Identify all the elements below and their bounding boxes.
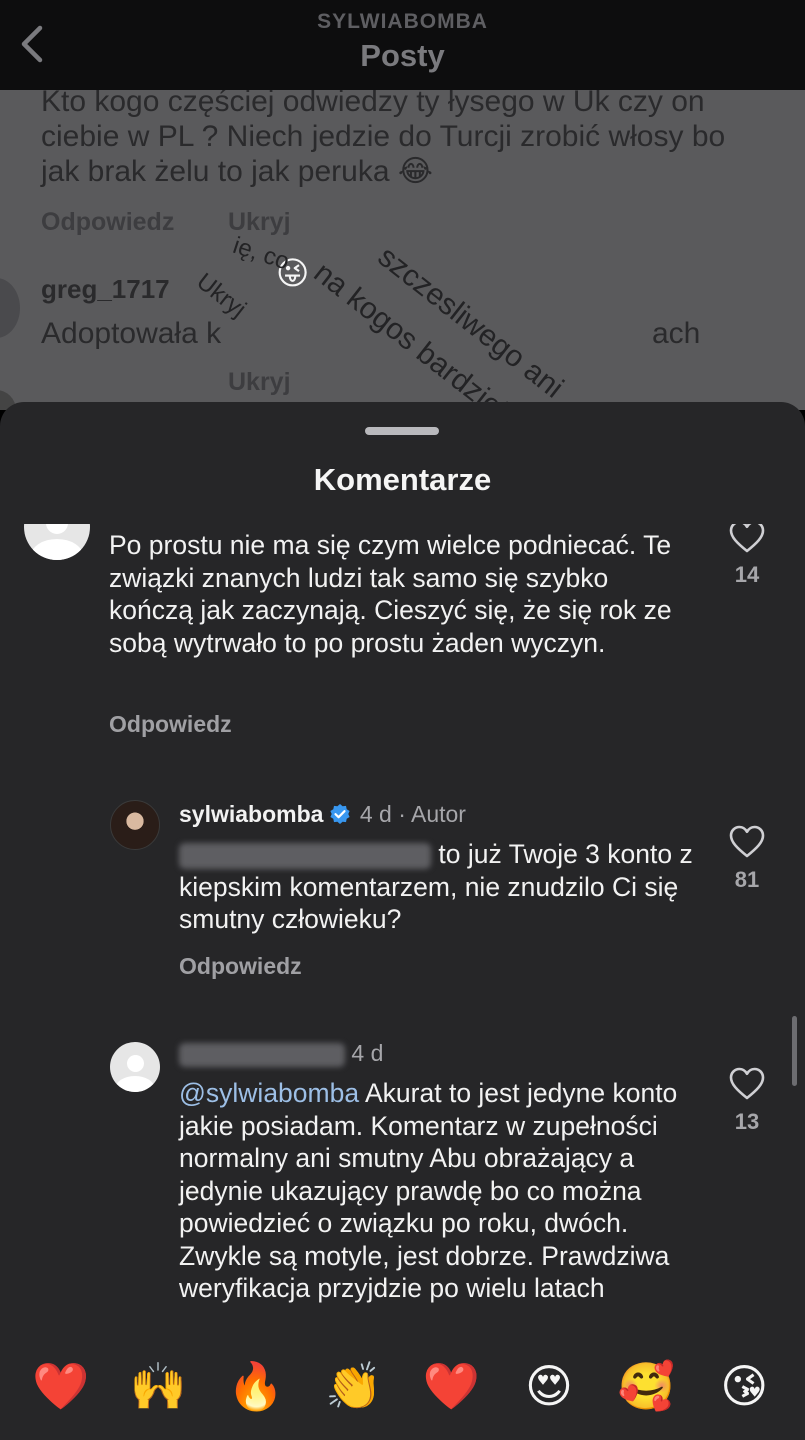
emoji-heart-button[interactable]: ❤️ (26, 1356, 96, 1416)
emoji-fire-button[interactable]: 🔥 (221, 1356, 291, 1416)
avatar[interactable] (110, 1042, 160, 1092)
blurred-username (179, 1042, 345, 1067)
like-button[interactable]: 13 (725, 1067, 769, 1135)
emoji-raised-hands-button[interactable]: 🙌 (123, 1356, 193, 1416)
like-button[interactable]: 81 (725, 825, 769, 893)
scrollbar[interactable] (792, 1016, 797, 1086)
heart-icon (729, 1067, 765, 1100)
comment-text: @sylwiabomba Akurat to jest jedyne konto… (179, 1077, 699, 1305)
background-hide-button: Ukryj (228, 368, 291, 396)
emoji-clapping-button[interactable]: 👏 (319, 1356, 389, 1416)
avatar[interactable] (110, 800, 160, 850)
comment-text: to już Twoje 3 konto z kiepskim komentar… (179, 838, 699, 936)
background-avatar (0, 278, 20, 338)
header-username: SYLWIABOMBA (317, 10, 488, 33)
overlay-text: ię, co (229, 232, 293, 276)
comment-time: 4 d (359, 801, 392, 827)
sheet-drag-handle[interactable] (365, 427, 439, 435)
verified-badge-icon (330, 804, 351, 824)
emoji-reaction-bar: ❤️ 🙌 🔥 👏 ❤️ 😍 🥰 😘 (0, 1348, 805, 1440)
like-count: 13 (734, 1109, 760, 1134)
comment-meta: sylwiabomba 4 d · Autor (179, 801, 466, 828)
top-navigation-bar: SYLWIABOMBA Posty (0, 0, 805, 90)
like-button[interactable]: 14 (725, 524, 769, 588)
page-title: Posty (360, 38, 445, 73)
comment-time: 4 d (351, 1040, 384, 1066)
like-count: 14 (734, 562, 760, 587)
background-reply-button: Odpowiedz (41, 208, 175, 236)
comment-meta: 4 d (179, 1040, 383, 1067)
background-comment-text: Kto kogo częściej odwiedzy ty łysego w U… (41, 90, 726, 188)
reply-button[interactable]: Odpowiedz (109, 711, 232, 738)
comment-username[interactable]: sylwiabomba (179, 801, 323, 827)
heart-icon (729, 524, 765, 553)
comments-sheet: Komentarze Po prostu nie ma się czym wie… (0, 402, 805, 1440)
emoji-heart-eyes-button[interactable]: 😍 (514, 1356, 584, 1416)
heart-icon (729, 825, 765, 858)
background-username: greg_1717 (41, 274, 170, 304)
comment-mention[interactable]: @sylwiabomba (179, 1078, 359, 1108)
like-count: 81 (734, 867, 760, 892)
reply-button[interactable]: Odpowiedz (179, 953, 302, 980)
emoji-kiss-button[interactable]: 😘 (709, 1356, 779, 1416)
comment-text: Po prostu nie ma się czym wielce podniec… (109, 530, 672, 658)
emoji-heart-button[interactable]: ❤️ (416, 1356, 486, 1416)
blurred-username (179, 843, 431, 869)
author-label: · Autor (398, 801, 466, 827)
background-comment-end: ach (652, 317, 701, 350)
comments-list[interactable]: Po prostu nie ma się czym wielce podniec… (0, 524, 805, 1350)
emoji-smiling-hearts-button[interactable]: 🥰 (612, 1356, 682, 1416)
dimmed-post-background: Kto kogo częściej odwiedzy ty łysego w U… (0, 90, 805, 410)
comment-body: Akurat to jest jedyne konto jakie posiad… (179, 1078, 678, 1303)
sheet-title: Komentarze (313, 462, 492, 497)
background-comment-start: Adoptowała k (41, 317, 222, 350)
avatar[interactable] (24, 524, 90, 560)
